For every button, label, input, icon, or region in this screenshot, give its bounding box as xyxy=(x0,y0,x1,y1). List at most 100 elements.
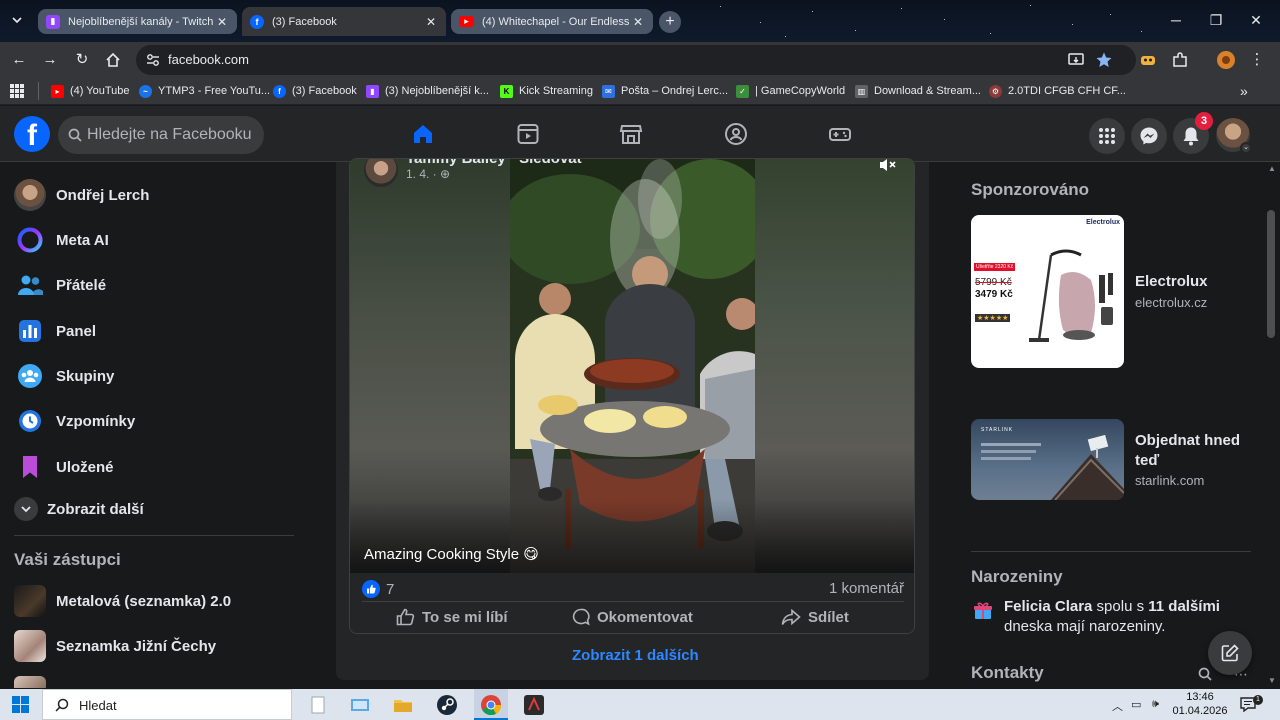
volume-icon[interactable]: 🕪 xyxy=(1152,698,1159,711)
reload-button[interactable]: ↻ xyxy=(72,50,92,70)
new-tab-button[interactable]: + xyxy=(659,11,681,33)
bookmark-kick[interactable]: K Kick Streaming xyxy=(500,83,593,99)
like-button[interactable]: To se mi líbí xyxy=(396,604,508,630)
ad-domain: starlink.com xyxy=(1135,473,1205,488)
marketplace-icon[interactable] xyxy=(619,122,643,146)
bookmarks-overflow-button[interactable]: » xyxy=(1240,83,1248,99)
facebook-logo[interactable]: f xyxy=(14,116,50,152)
close-icon[interactable]: ✕ xyxy=(424,15,438,29)
facebook-search-input[interactable]: Hledejte na Facebooku xyxy=(58,116,264,154)
chrome-icon[interactable] xyxy=(480,694,502,716)
back-button[interactable]: ← xyxy=(9,50,29,70)
tab-youtube[interactable]: ▸ (4) Whitechapel - Our Endless V ✕ xyxy=(451,9,653,34)
network-icon[interactable]: ▭ xyxy=(1131,698,1141,711)
search-icon[interactable] xyxy=(1198,667,1212,681)
tab-search-button[interactable] xyxy=(6,9,28,31)
ad-image-electrolux[interactable]: Electrolux Ušetříte 2320 Kč 5799 Kč 3479… xyxy=(971,215,1124,368)
menu-button[interactable] xyxy=(1089,118,1125,154)
tab-facebook[interactable]: f (3) Facebook ✕ xyxy=(242,7,446,36)
profile-avatar-icon[interactable] xyxy=(1216,50,1236,70)
minimize-button[interactable]: ─ xyxy=(1166,10,1186,30)
groups-icon xyxy=(14,360,46,392)
post-author[interactable]: Tammy Bailey · Sledovat xyxy=(406,159,582,167)
taskbar-search-input[interactable]: Hledat xyxy=(42,689,292,720)
adobe-app-icon[interactable] xyxy=(523,694,545,716)
home-button[interactable] xyxy=(103,50,123,70)
bookmark-download-stream[interactable]: ▥ Download & Stream... xyxy=(855,83,981,99)
chevron-down-icon[interactable]: ⌄ xyxy=(1240,142,1252,154)
scrollbar-thumb[interactable] xyxy=(1267,210,1275,338)
bookmark-twitch[interactable]: ▮ (3) Nejoblíbenější k... xyxy=(366,83,489,99)
show-more-comments-link[interactable]: Zobrazit 1 dalších xyxy=(572,647,699,664)
sidebar-show-more[interactable]: Zobrazit další xyxy=(14,491,144,527)
notepad-icon[interactable] xyxy=(307,694,329,716)
window-close-button[interactable]: ✕ xyxy=(1246,10,1266,30)
sidebar-item-groups[interactable]: Skupiny xyxy=(14,358,114,394)
task-view-icon[interactable] xyxy=(349,694,371,716)
bookmark-gamecopyworld[interactable]: ✓ | GameCopyWorld xyxy=(736,83,845,99)
steam-icon[interactable] xyxy=(436,694,458,716)
contacts-title: Kontakty xyxy=(971,663,1044,682)
sidebar-item-panel[interactable]: Panel xyxy=(14,313,96,349)
share-button[interactable]: Sdílet xyxy=(781,604,849,630)
bookmark-star-icon[interactable] xyxy=(1095,51,1113,69)
close-icon[interactable]: ✕ xyxy=(631,15,645,29)
ad-rating-stars: ★★★★★ xyxy=(975,314,1011,322)
system-clock[interactable]: 13:46 01.04.2026 xyxy=(1170,690,1230,718)
post-caption: Amazing Cooking Style 😋 xyxy=(364,546,539,563)
groups-icon[interactable] xyxy=(724,122,748,146)
gaming-icon[interactable] xyxy=(828,122,852,146)
sidebar-item-meta-ai[interactable]: Meta AI xyxy=(14,222,109,258)
site-settings-icon[interactable] xyxy=(145,52,161,68)
shortcut-item[interactable]: Metalová (seznamka) 2.0 xyxy=(14,583,231,619)
comment-button[interactable]: Okomentovat xyxy=(572,604,693,630)
sidebar-item-profile[interactable]: Ondřej Lerch xyxy=(14,177,149,213)
share-icon xyxy=(781,608,801,625)
close-icon[interactable]: ✕ xyxy=(215,15,229,29)
tray-overflow-icon[interactable]: ︿ xyxy=(1112,698,1123,714)
birthday-notice[interactable]: Felicia Clara spolu s 11 dalšími dneska … xyxy=(1004,597,1244,637)
scroll-down-arrow[interactable]: ▼ xyxy=(1268,676,1276,685)
home-icon[interactable] xyxy=(411,122,435,146)
forward-button[interactable]: → xyxy=(40,50,60,70)
notification-count-badge: 1 xyxy=(1253,695,1263,705)
bookmark-youtube[interactable]: ▸ (4) YouTube xyxy=(51,83,130,99)
comment-count[interactable]: 1 komentář xyxy=(829,580,904,597)
ad-old-price: 5799 Kč xyxy=(975,277,1012,288)
roof-dish-image xyxy=(1051,434,1124,500)
sidebar-item-friends[interactable]: Přátelé xyxy=(14,267,106,303)
bookmark-mail[interactable]: ✉ Pošta – Ondrej Lerc... xyxy=(602,83,728,99)
ad-image-starlink[interactable]: STARLINK xyxy=(971,419,1124,500)
vacuum-cleaner-image xyxy=(1029,249,1113,342)
friends-icon xyxy=(14,269,46,301)
bookmark-facebook[interactable]: f (3) Facebook xyxy=(273,83,357,99)
extension-mascot-icon[interactable] xyxy=(1139,51,1157,69)
ad-title[interactable]: Objednat hned teď xyxy=(1135,431,1245,471)
install-app-icon[interactable] xyxy=(1067,51,1085,69)
mute-icon[interactable] xyxy=(878,158,898,173)
tab-twitch[interactable]: ▮ Nejoblíbenější kanály - Twitch ✕ xyxy=(38,9,237,34)
group-thumbnail xyxy=(14,676,46,688)
scroll-up-arrow[interactable]: ▲ xyxy=(1268,164,1276,173)
reaction-summary[interactable]: 7 xyxy=(362,580,394,598)
messenger-button[interactable] xyxy=(1131,118,1167,154)
post-date: 1. 4. · ⊕ xyxy=(406,167,451,181)
ad-title[interactable]: Electrolux xyxy=(1135,272,1208,292)
browser-menu-button[interactable]: ⋮ xyxy=(1247,50,1267,70)
extensions-puzzle-icon[interactable] xyxy=(1171,51,1189,69)
memories-icon xyxy=(14,405,46,437)
video-icon[interactable] xyxy=(516,122,540,146)
ad-new-price: 3479 Kč xyxy=(975,289,1013,300)
address-bar[interactable]: facebook.com xyxy=(136,45,1136,75)
bookmark-car-parts[interactable]: ⚙ 2.0TDI CFGB CFH CF... xyxy=(989,83,1126,99)
windows-start-icon[interactable] xyxy=(12,696,29,713)
new-message-button[interactable] xyxy=(1208,631,1252,675)
bookmark-ytmp3[interactable]: ~ YTMP3 - Free YouTu... xyxy=(139,83,270,99)
restore-button[interactable]: ❐ xyxy=(1206,10,1226,30)
apps-grid-icon[interactable] xyxy=(10,84,24,98)
sidebar-item-saved[interactable]: Uložené xyxy=(14,449,114,485)
sidebar-item-memories[interactable]: Vzpomínky xyxy=(14,403,135,439)
file-explorer-icon[interactable] xyxy=(392,694,414,716)
profile-avatar xyxy=(14,179,46,211)
shortcut-item[interactable]: Seznamka Jižní Čechy xyxy=(14,628,216,664)
